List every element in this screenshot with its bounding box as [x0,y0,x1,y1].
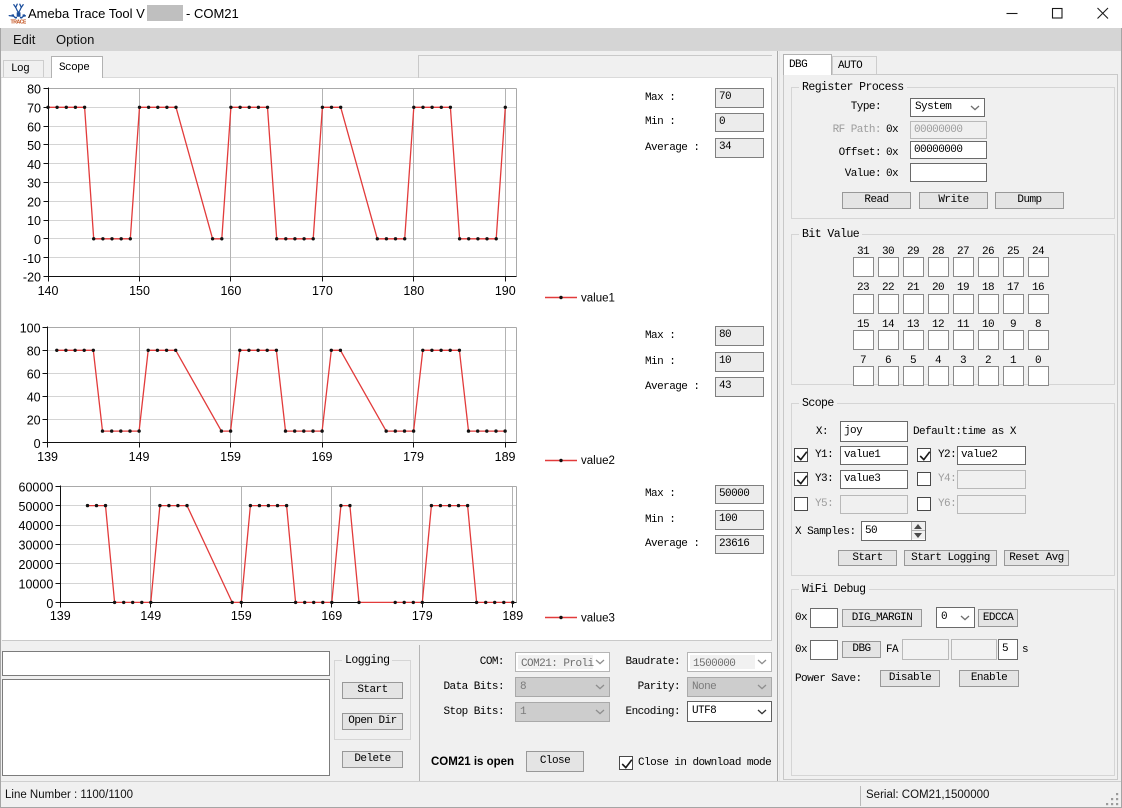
svg-text:value3: value3 [581,613,615,625]
svg-text:40000: 40000 [19,519,54,533]
svg-text:150: 150 [129,284,150,298]
svg-text:20000: 20000 [19,558,54,572]
svg-text:100: 100 [20,321,41,335]
svg-text:190: 190 [495,284,516,298]
svg-text:40: 40 [27,158,41,172]
svg-text:189: 189 [502,609,523,623]
svg-text:149: 149 [129,450,150,464]
svg-text:149: 149 [140,609,161,623]
svg-text:60000: 60000 [19,480,54,494]
svg-text:10000: 10000 [19,577,54,591]
svg-text:170: 170 [312,284,333,298]
svg-text:60: 60 [27,368,41,382]
svg-text:160: 160 [220,284,241,298]
svg-text:179: 179 [403,450,424,464]
svg-text:50000: 50000 [19,500,54,514]
svg-text:139: 139 [37,450,58,464]
svg-text:30000: 30000 [19,539,54,553]
svg-text:159: 159 [231,609,252,623]
svg-text:20: 20 [27,195,41,209]
svg-text:40: 40 [27,391,41,405]
svg-text:60: 60 [27,120,41,134]
svg-text:80: 80 [27,83,41,97]
svg-text:70: 70 [27,102,41,116]
svg-text:169: 169 [312,450,333,464]
svg-text:139: 139 [50,609,71,623]
svg-text:value2: value2 [581,455,615,467]
svg-text:179: 179 [412,609,433,623]
svg-text:-20: -20 [23,271,41,285]
svg-text:TRACE: TRACE [11,19,27,25]
svg-text:-10: -10 [23,252,41,266]
svg-text:value1: value1 [581,292,615,304]
svg-text:30: 30 [27,177,41,191]
svg-text:50: 50 [27,139,41,153]
svg-text:0: 0 [34,437,41,451]
svg-text:169: 169 [321,609,342,623]
svg-text:189: 189 [495,450,516,464]
svg-text:80: 80 [27,345,41,359]
svg-text:0: 0 [34,233,41,247]
svg-text:10: 10 [27,214,41,228]
svg-text:159: 159 [220,450,241,464]
svg-text:20: 20 [27,414,41,428]
svg-text:180: 180 [403,284,424,298]
svg-text:140: 140 [38,284,59,298]
